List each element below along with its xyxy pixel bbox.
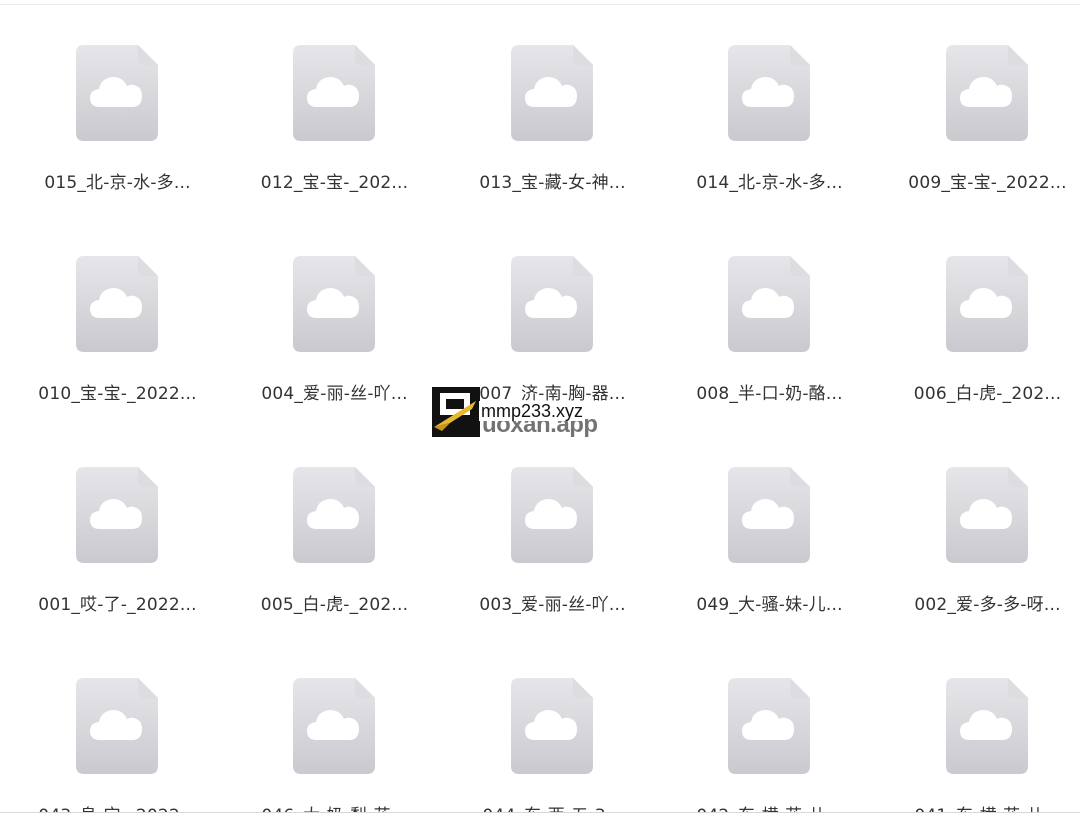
- file-name-label: 044_东-西-五-3...: [445, 801, 660, 812]
- file-name-label: 005_白-虎-_202...: [260, 595, 409, 615]
- file-name-label: 008_半-口-奶-酪...: [696, 384, 843, 404]
- cloud-file-icon: [728, 678, 810, 774]
- file-name-label: 003_爱-丽-丝-吖...: [479, 595, 626, 615]
- cloud-file-icon: [946, 256, 1028, 352]
- file-name-label: 046_大-奶-梨-花...: [227, 801, 442, 812]
- file-item[interactable]: 014_北-京-水-多...: [662, 0, 872, 200]
- file-item[interactable]: 002_爱-多-多-呀...: [880, 422, 1080, 622]
- watermark: uoxan.app mmp233.xyz: [432, 385, 647, 440]
- bottom-divider: [0, 812, 1080, 813]
- file-name-label: 001_哎-了-_2022...: [38, 595, 197, 615]
- cloud-file-icon: [946, 467, 1028, 563]
- cloud-file-icon: [511, 467, 593, 563]
- file-item[interactable]: 004_爱-丽-丝-吖...: [227, 211, 437, 411]
- file-name-label: 006_白-虎-_202...: [913, 384, 1062, 404]
- cloud-file-icon: [946, 45, 1028, 141]
- file-name-label: 004_爱-丽-丝-吖...: [261, 384, 408, 404]
- file-name-label: 010_宝-宝-_2022...: [38, 384, 197, 404]
- cloud-file-icon: [728, 256, 810, 352]
- watermark-url-text: mmp233.xyz: [479, 401, 586, 421]
- file-item[interactable]: 001_哎-了-_2022...: [10, 422, 220, 622]
- file-item[interactable]: 049_大-骚-妹-儿...: [662, 422, 872, 622]
- cloud-file-icon: [293, 467, 375, 563]
- watermark-logo-icon: [432, 387, 480, 437]
- file-item[interactable]: 043_阜-宝-_2022...: [10, 633, 220, 812]
- file-item[interactable]: 003_爱-丽-丝-吖...: [445, 422, 655, 622]
- file-name-label: 002_爱-多-多-呀...: [914, 595, 1061, 615]
- cloud-file-icon: [76, 678, 158, 774]
- cloud-file-icon: [511, 45, 593, 141]
- file-name-label: 014_北-京-水-多...: [696, 173, 843, 193]
- file-item[interactable]: 008_半-口-奶-酪...: [662, 211, 872, 411]
- cloud-file-icon: [293, 678, 375, 774]
- file-item[interactable]: 013_宝-藏-女-神...: [445, 0, 655, 200]
- cloud-file-icon: [293, 256, 375, 352]
- file-name-label: 013_宝-藏-女-神...: [479, 173, 626, 193]
- cloud-file-icon: [946, 678, 1028, 774]
- cloud-file-icon: [76, 256, 158, 352]
- cloud-file-icon: [76, 45, 158, 141]
- cloud-file-icon: [728, 45, 810, 141]
- file-item[interactable]: 006_白-虎-_202...: [880, 211, 1080, 411]
- file-item[interactable]: 044_东-西-五-3...: [445, 633, 655, 812]
- file-item[interactable]: 009_宝-宝-_2022...: [880, 0, 1080, 200]
- file-name-label: 049_大-骚-妹-儿...: [696, 595, 843, 615]
- cloud-file-icon: [511, 256, 593, 352]
- cloud-file-icon: [511, 678, 593, 774]
- file-item[interactable]: 012_宝-宝-_202...: [227, 0, 437, 200]
- file-item[interactable]: 007_济-南-胸-器...: [445, 211, 655, 411]
- file-item[interactable]: 010_宝-宝-_2022...: [10, 211, 220, 411]
- cloud-file-icon: [728, 467, 810, 563]
- file-item[interactable]: 005_白-虎-_202...: [227, 422, 437, 622]
- file-item[interactable]: 046_大-奶-梨-花...: [227, 633, 437, 812]
- cloud-file-icon: [76, 467, 158, 563]
- file-item[interactable]: 042_东-横-花-儿...: [662, 633, 872, 812]
- file-name-label: 043_阜-宝-_2022...: [10, 801, 225, 812]
- file-item[interactable]: 015_北-京-水-多...: [10, 0, 220, 200]
- file-name-label: 041_东-横-花-儿...: [880, 801, 1080, 812]
- file-item[interactable]: 041_东-横-花-儿...: [880, 633, 1080, 812]
- file-name-label: 009_宝-宝-_2022...: [908, 173, 1067, 193]
- file-name-label: 042_东-横-花-儿...: [662, 801, 877, 812]
- file-name-label: 015_北-京-水-多...: [44, 173, 191, 193]
- cloud-file-icon: [293, 45, 375, 141]
- file-grid-page: 015_北-京-水-多... 012_宝-宝-_202... 013_宝-藏-女-神…: [0, 0, 1080, 823]
- file-name-label: 012_宝-宝-_202...: [260, 173, 409, 193]
